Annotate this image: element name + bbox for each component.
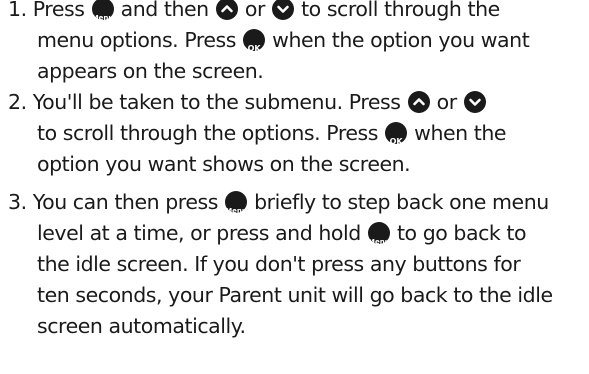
step-1-line-1: 1. Press Menu and then or to scroll thro… bbox=[8, 0, 500, 24]
menu-button-icon: Menu bbox=[91, 0, 114, 22]
step-text: or bbox=[430, 90, 463, 114]
ok-button-label: OK bbox=[247, 44, 261, 53]
menu-button-icon: Menu bbox=[367, 222, 390, 246]
step-text: screen automatically. bbox=[37, 314, 246, 338]
step-text: ten seconds, your Parent unit will go ba… bbox=[37, 283, 553, 307]
step-1-line-2: menu options. Press OK when the option y… bbox=[37, 25, 530, 55]
step-text: when the bbox=[408, 121, 507, 145]
instruction-page: 1. Press Menu and then or to scroll thro… bbox=[0, 0, 589, 374]
step-3-line-3: the idle screen. If you don't press any … bbox=[37, 249, 521, 279]
down-arrow-icon bbox=[272, 0, 295, 20]
step-2-line-1: 2. You'll be taken to the submenu. Press… bbox=[8, 87, 487, 117]
step-text: to go back to bbox=[390, 221, 527, 245]
step-1-number: 1. bbox=[8, 0, 27, 21]
step-text: the idle screen. If you don't press any … bbox=[37, 252, 521, 276]
step-text: briefly to step back one menu bbox=[248, 190, 549, 214]
step-3-line-5: screen automatically. bbox=[37, 311, 246, 341]
menu-button-icon: Menu bbox=[225, 191, 248, 215]
step-text: level at a time, or press and hold bbox=[37, 221, 367, 245]
step-3-line-4: ten seconds, your Parent unit will go ba… bbox=[37, 280, 553, 310]
menu-button-label: Menu bbox=[91, 14, 114, 22]
up-arrow-icon bbox=[407, 91, 430, 113]
step-text: option you want shows on the screen. bbox=[37, 152, 411, 176]
up-arrow-icon bbox=[215, 0, 238, 20]
step-2-line-2: to scroll through the options. Press OK … bbox=[37, 118, 507, 148]
step-text: or bbox=[238, 0, 272, 21]
step-text: Press bbox=[32, 0, 91, 21]
menu-button-label: Menu bbox=[368, 238, 390, 246]
step-text: appears on the screen. bbox=[37, 59, 264, 83]
down-arrow-icon bbox=[463, 91, 486, 113]
step-1-line-3: appears on the screen. bbox=[37, 56, 264, 86]
step-3-line-2: level at a time, or press and hold Menu … bbox=[37, 218, 527, 248]
step-text: You'll be taken to the submenu. Press bbox=[32, 90, 407, 114]
step-3-number: 3. bbox=[8, 190, 27, 214]
step-text: to scroll through the bbox=[295, 0, 500, 21]
menu-button-label: Menu bbox=[225, 207, 247, 215]
step-2-number: 2. bbox=[8, 90, 27, 114]
ok-button-icon: OK bbox=[243, 29, 266, 53]
step-3-line-1: 3. You can then press Menu briefly to st… bbox=[8, 187, 549, 217]
step-text: and then bbox=[114, 0, 215, 21]
ok-button-label: OK bbox=[389, 137, 403, 146]
step-2-line-3: option you want shows on the screen. bbox=[37, 149, 411, 179]
step-text: menu options. Press bbox=[37, 28, 243, 52]
ok-button-icon: OK bbox=[385, 122, 408, 146]
step-text: to scroll through the options. Press bbox=[37, 121, 385, 145]
step-text: when the option you want bbox=[266, 28, 530, 52]
step-text: You can then press bbox=[32, 190, 225, 214]
